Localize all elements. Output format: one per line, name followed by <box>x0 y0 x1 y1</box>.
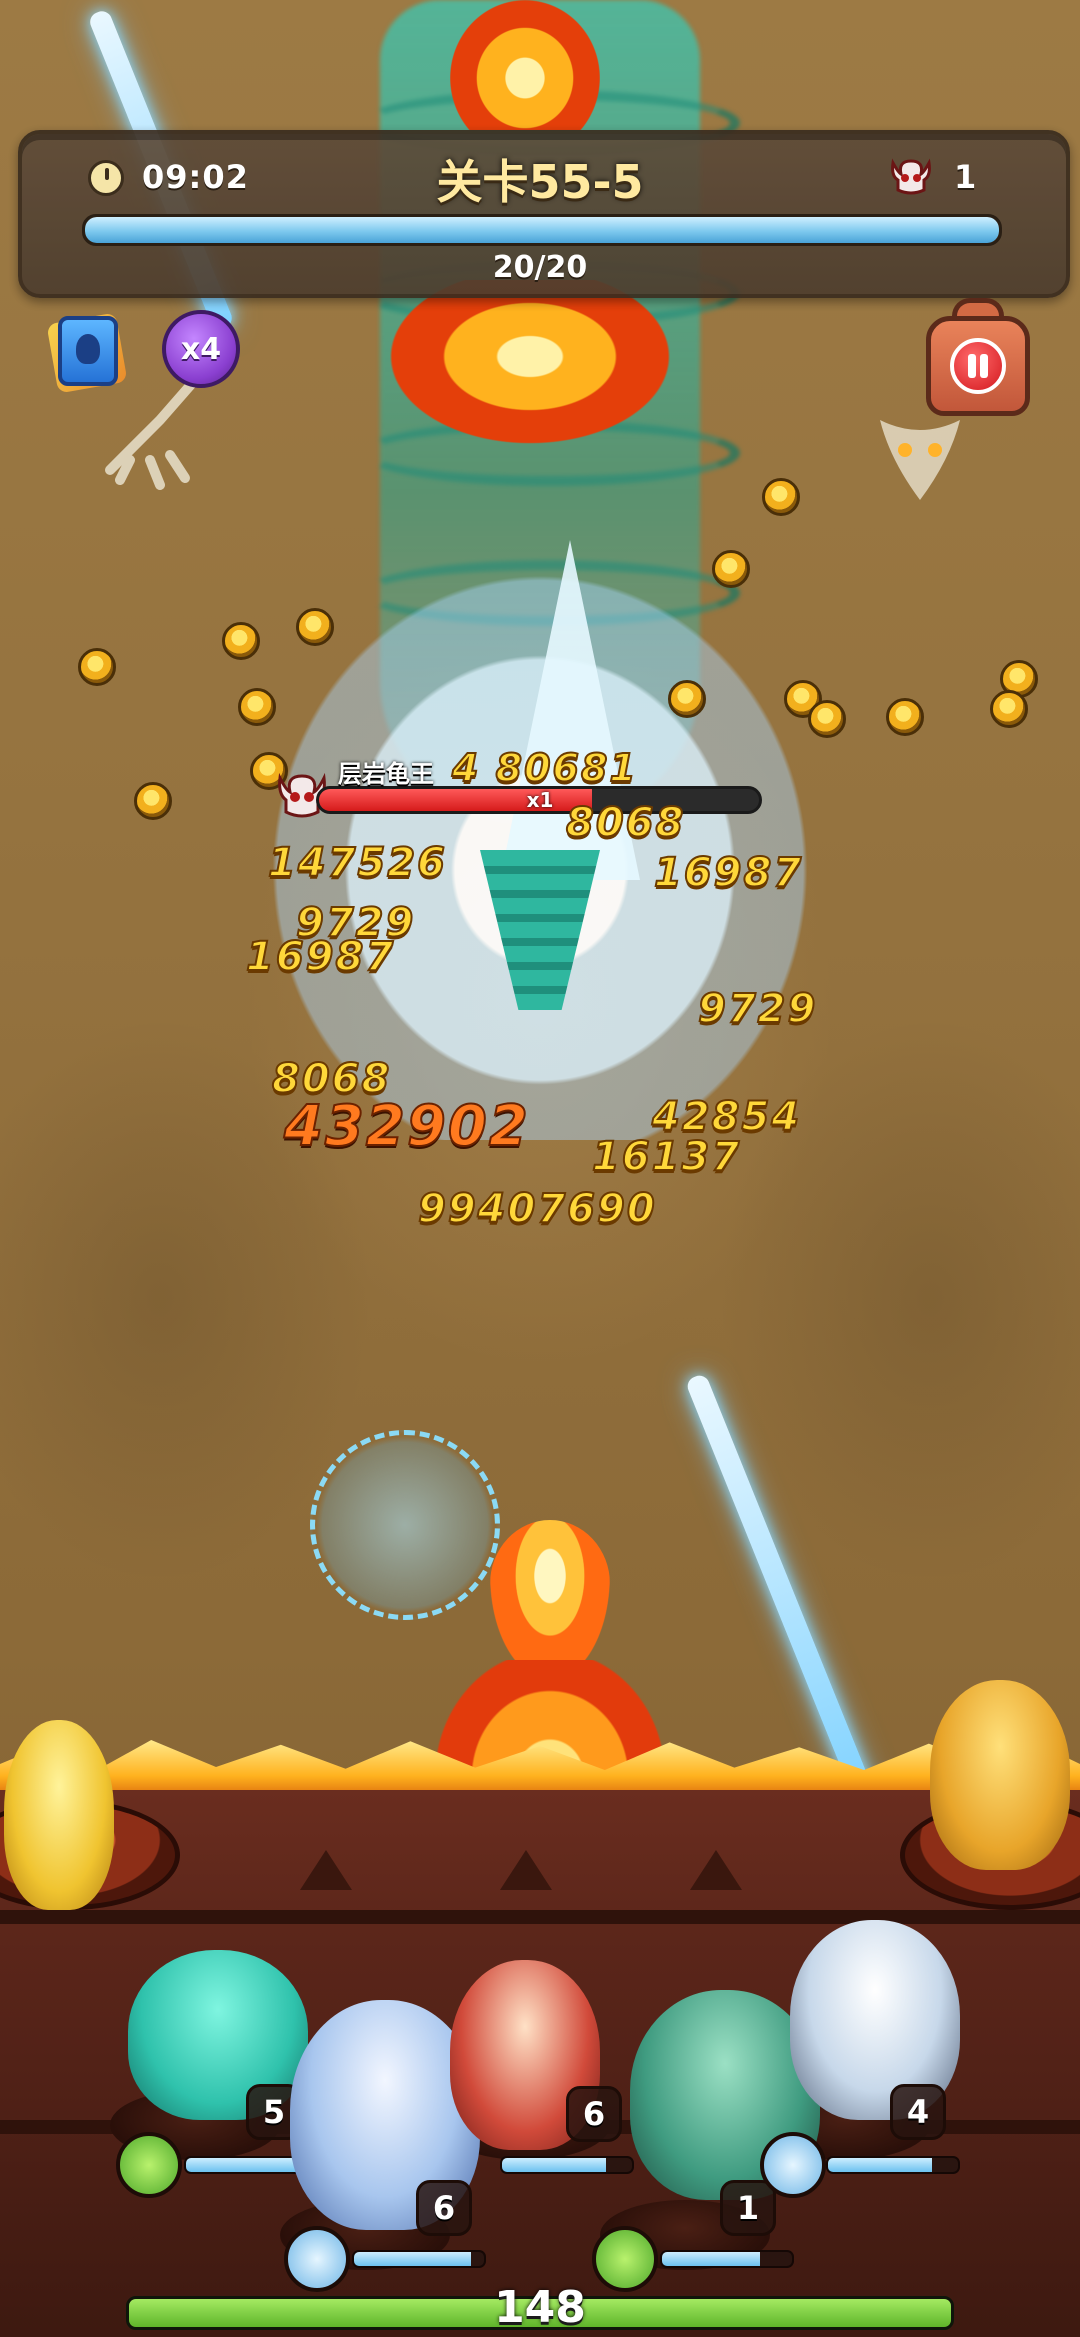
boss-name: 层岩龟王 <box>338 760 434 788</box>
golden-dragon-guardian[interactable] <box>930 1680 1070 1870</box>
clock-icon <box>88 160 124 196</box>
hero-level-badge: 4 <box>890 2084 946 2140</box>
gold-coin <box>668 680 706 718</box>
pause-button[interactable] <box>918 298 1038 422</box>
battle-scene: x1 层岩龟王 4 80681 8068 147526 16987 9729 1… <box>0 0 1080 2337</box>
damage-number: 16137 <box>591 1133 742 1181</box>
damage-number: 9729 <box>697 985 818 1033</box>
ice-crystal-icon <box>760 2132 826 2198</box>
damage-number: 16987 <box>245 933 396 981</box>
wall-spike <box>500 1850 552 1890</box>
hero-energy-fill <box>186 2158 305 2172</box>
kill-skull-icon <box>891 158 931 195</box>
lightning-orb-effect <box>310 1430 500 1620</box>
card-icon <box>58 316 118 386</box>
fire-effect <box>380 280 680 450</box>
gold-coin <box>990 690 1028 728</box>
damage-number: 147526 <box>267 839 447 887</box>
pause-icon <box>950 338 1006 394</box>
hero-energy-fill <box>662 2252 760 2266</box>
damage-number: 99407690 <box>417 1185 657 1233</box>
level-title: 关卡55-5 <box>436 155 644 209</box>
gold-coin <box>78 648 116 686</box>
damage-number: 8068 <box>565 799 686 847</box>
boss-health-multiplier: x1 <box>526 788 554 812</box>
base-health-value: 148 <box>494 2282 586 2333</box>
gold-coin <box>712 550 750 588</box>
fire-effect <box>450 0 600 130</box>
wind-icon <box>116 2132 182 2198</box>
hero-energy-fill <box>828 2158 932 2172</box>
gold-coin <box>296 608 334 646</box>
ice-crystal-icon <box>284 2226 350 2292</box>
hero-level-badge: 1 <box>720 2180 776 2236</box>
gold-coin <box>808 700 846 738</box>
wave-progress-bar <box>82 214 1002 246</box>
hero-energy-bar <box>826 2156 960 2174</box>
gold-coin <box>886 698 924 736</box>
kill-count: 1 <box>954 158 977 196</box>
damage-number: 4 80681 <box>451 745 638 791</box>
battle-timer: 09:02 <box>142 158 249 196</box>
lightning-bolt-effect <box>684 1372 878 1808</box>
wall-spike <box>690 1850 742 1890</box>
golden-dragon-guardian[interactable] <box>4 1720 114 1910</box>
damage-number: 16987 <box>653 849 804 897</box>
hero-energy-bar <box>352 2250 486 2268</box>
critical-damage-number: 432902 <box>283 1093 530 1160</box>
speed-toggle-button[interactable]: x4 <box>162 310 240 388</box>
wave-progress-fill <box>85 217 999 243</box>
hero-level-badge: 6 <box>566 2086 622 2142</box>
gold-coin <box>762 478 800 516</box>
hero-level-badge: 6 <box>416 2180 472 2236</box>
gold-coin <box>222 622 260 660</box>
hero-energy-bar <box>660 2250 794 2268</box>
card-collection-button[interactable] <box>42 312 130 394</box>
wall-spike <box>300 1850 352 1890</box>
wall-band <box>0 1910 1080 1924</box>
hero-energy-fill <box>354 2252 471 2266</box>
wave-progress-text: 20/20 <box>492 250 588 285</box>
gold-coin <box>238 688 276 726</box>
hero-energy-fill <box>502 2158 606 2172</box>
fireball-projectile <box>490 1520 610 1680</box>
gold-coin <box>134 782 172 820</box>
hero-energy-bar <box>500 2156 634 2174</box>
